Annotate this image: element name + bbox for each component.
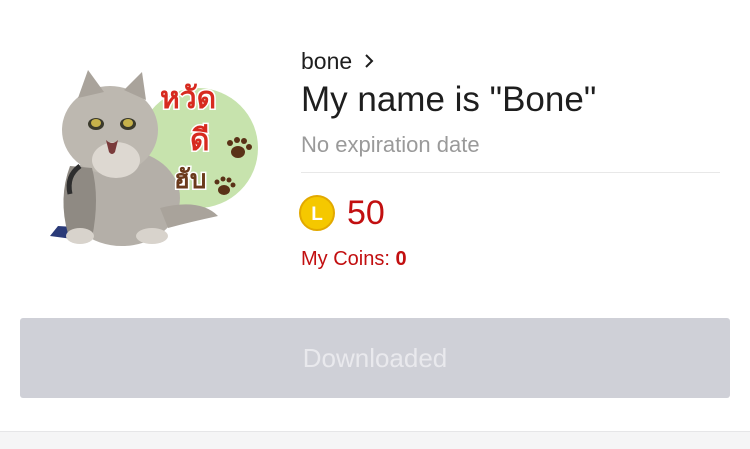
bottom-bar <box>0 431 750 449</box>
thumbnail-text-line-1: หวัด <box>160 81 216 116</box>
thumbnail-text-line-3: ฮับ <box>174 165 206 195</box>
divider <box>301 172 720 173</box>
author-name: bone <box>301 47 353 74</box>
coin-icon: L <box>299 195 335 231</box>
price-row: L 50 <box>299 193 385 233</box>
chevron-right-icon <box>365 54 374 68</box>
my-coins-balance: My Coins: 0 <box>301 247 407 271</box>
sticker-thumbnail: หวัด ดี ฮับ <box>40 48 268 248</box>
sticker-info: bone My name is "Bone" No expiration dat… <box>301 46 720 158</box>
svg-text:L: L <box>311 204 323 225</box>
price-amount: 50 <box>347 194 385 232</box>
my-coins-count: 0 <box>395 248 407 270</box>
expiry-text: No expiration date <box>301 132 480 157</box>
sticker-title: My name is "Bone" <box>301 80 597 119</box>
download-button[interactable]: Downloaded <box>20 318 730 398</box>
thumbnail-text-line-2: ดี <box>190 123 209 158</box>
author-link[interactable]: bone <box>301 46 376 76</box>
my-coins-label: My Coins: <box>301 248 396 270</box>
